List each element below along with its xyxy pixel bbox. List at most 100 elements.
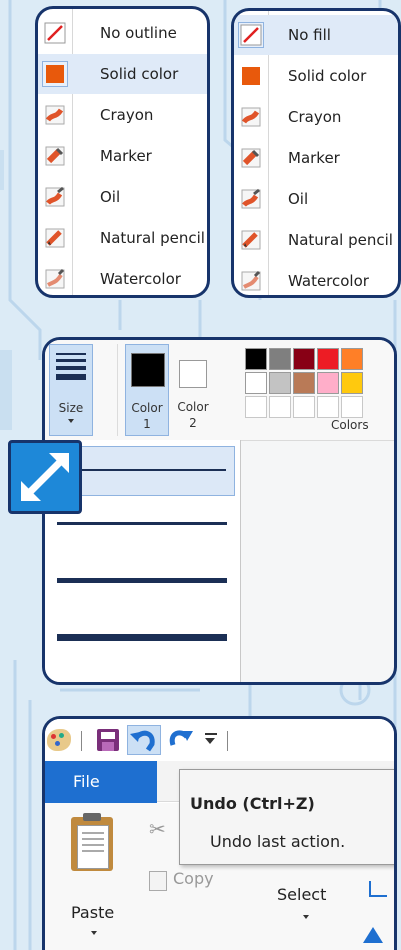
redo-icon[interactable]: [165, 725, 195, 755]
outline-menu-item[interactable]: Crayon: [38, 95, 207, 135]
outline-menu-item[interactable]: Solid color: [38, 54, 207, 94]
paint-app-icon: [47, 729, 71, 751]
file-tab[interactable]: File: [45, 761, 157, 803]
palette-swatch[interactable]: [317, 396, 339, 418]
fill-menu-item[interactable]: Watercolor: [234, 261, 398, 295]
undo-icon[interactable]: [127, 725, 161, 755]
clipboard-icon: [71, 813, 113, 871]
fill-menu-item[interactable]: Solid color: [234, 56, 398, 96]
outline-menu-item-label: Oil: [100, 188, 121, 206]
palette-swatch[interactable]: [269, 348, 291, 370]
outline-menu-item[interactable]: Watercolor: [38, 259, 207, 295]
solid-color-icon: [42, 61, 68, 87]
size-label: Size: [58, 401, 84, 415]
separator: [81, 731, 82, 751]
fill-menu-item[interactable]: Natural pencil: [234, 220, 398, 260]
paste-label: Paste: [71, 903, 115, 922]
outline-menu-item-label: Watercolor: [100, 270, 181, 288]
palette-swatch[interactable]: [341, 348, 363, 370]
palette-swatch[interactable]: [269, 372, 291, 394]
palette-swatch[interactable]: [341, 372, 363, 394]
oil-icon: [42, 184, 68, 210]
solid-color-icon: [238, 63, 264, 89]
natural-pencil-icon: [42, 225, 68, 251]
natural-pencil-icon: [238, 227, 264, 253]
outline-menu-item[interactable]: Oil: [38, 177, 207, 217]
outline-menu-item-label: No outline: [100, 24, 177, 42]
copy-label: Copy: [173, 869, 214, 888]
tooltip-title: Undo (Ctrl+Z): [190, 794, 315, 813]
quick-access-toolbar: [45, 719, 394, 761]
customize-toolbar-icon[interactable]: [205, 733, 217, 747]
cut-icon[interactable]: ✂: [149, 817, 166, 841]
crayon-icon: [238, 104, 264, 130]
copy-button[interactable]: Copy: [149, 867, 259, 895]
size-option-4[interactable]: [57, 612, 227, 662]
color2-label: Color: [177, 400, 209, 414]
size-color-panel: Size Color 1 Color 2 Colors: [42, 337, 397, 685]
palette-swatch[interactable]: [245, 372, 267, 394]
palette-swatch[interactable]: [317, 348, 339, 370]
color1-button[interactable]: Color 1: [125, 344, 169, 436]
rotate-icon[interactable]: [363, 927, 383, 943]
separator: [227, 731, 228, 751]
fill-menu-item-label: Crayon: [288, 108, 342, 126]
color-palette: [245, 348, 394, 428]
undo-tooltip: Undo (Ctrl+Z) Undo last action.: [179, 769, 394, 865]
outline-menu-item-label: Solid color: [100, 65, 179, 83]
fill-menu-item-label: Solid color: [288, 67, 367, 85]
colors-group-label: Colors: [331, 418, 369, 432]
oil-icon: [238, 186, 264, 212]
size-button[interactable]: Size: [49, 344, 93, 436]
tooltip-description: Undo last action.: [210, 832, 346, 851]
color2-swatch: [179, 360, 207, 388]
outline-menu-item[interactable]: Natural pencil: [38, 218, 207, 258]
watercolor-icon: [42, 266, 68, 292]
fill-menu-item-label: Watercolor: [288, 272, 369, 290]
size-lines-icon: [56, 353, 86, 380]
chevron-down-icon: [68, 419, 74, 423]
file-tab-label: File: [73, 772, 100, 791]
no-fill-icon: [238, 22, 264, 48]
size-option-2[interactable]: [57, 500, 227, 550]
quick-access-panel: File Paste ✂ Copy Select Undo (Ctrl+Z) U…: [42, 716, 397, 950]
fill-menu-item-label: Marker: [288, 149, 340, 167]
fill-menu-item-label: No fill: [288, 26, 331, 44]
select-button[interactable]: Select: [273, 879, 353, 949]
crayon-icon: [42, 102, 68, 128]
save-icon[interactable]: [97, 729, 119, 751]
palette-swatch[interactable]: [341, 396, 363, 418]
palette-swatch[interactable]: [269, 396, 291, 418]
palette-swatch[interactable]: [293, 348, 315, 370]
select-label: Select: [277, 885, 327, 904]
no-outline-icon: [42, 20, 68, 46]
outline-menu-item-label: Natural pencil: [100, 229, 205, 247]
watercolor-icon: [238, 268, 264, 294]
marker-icon: [42, 143, 68, 169]
fill-menu-item[interactable]: Marker: [234, 138, 398, 178]
outline-menu-item-label: Marker: [100, 147, 152, 165]
outline-menu-item[interactable]: Marker: [38, 136, 207, 176]
copy-icon: [149, 871, 167, 891]
palette-swatch[interactable]: [317, 372, 339, 394]
color1-label: Color: [131, 401, 163, 415]
color2-number: 2: [189, 416, 197, 430]
crop-icon[interactable]: [369, 881, 387, 897]
group-separator: [117, 344, 118, 436]
palette-swatch[interactable]: [293, 372, 315, 394]
color1-swatch: [131, 353, 165, 387]
fill-menu-item[interactable]: Crayon: [234, 97, 398, 137]
paste-button[interactable]: Paste: [55, 813, 137, 943]
color2-button[interactable]: Color 2: [171, 344, 215, 436]
fill-menu-item[interactable]: Oil: [234, 179, 398, 219]
palette-swatch[interactable]: [245, 348, 267, 370]
palette-swatch[interactable]: [293, 396, 315, 418]
palette-swatch[interactable]: [245, 396, 267, 418]
fill-menu-item[interactable]: No fill: [234, 15, 398, 55]
outline-menu-item[interactable]: No outline: [38, 13, 207, 53]
marker-icon: [238, 145, 264, 171]
size-option-3[interactable]: [57, 556, 227, 606]
fill-menu: No fill Solid color Crayon Marker Oil Natural…: [231, 8, 401, 298]
fill-menu-item-label: Natural pencil: [288, 231, 393, 249]
chevron-down-icon: [303, 915, 309, 919]
